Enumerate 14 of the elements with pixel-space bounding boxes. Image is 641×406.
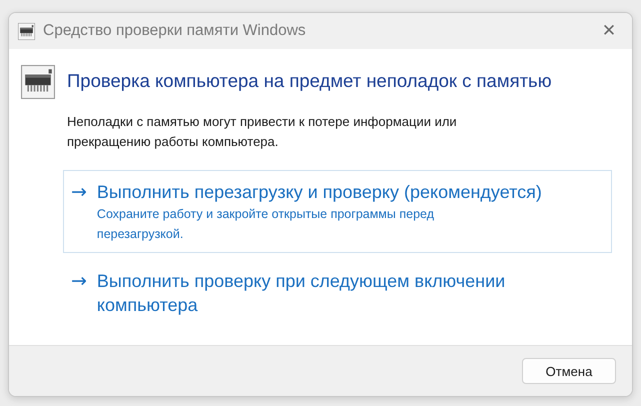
option-subtitle: Сохраните работу и закройте открытые программы перед перезагрузкой. bbox=[96, 206, 436, 243]
option-title: Выполнить проверку при следующем включении компьютера bbox=[96, 270, 506, 317]
option-link[interactable]: → Выполнить перезагрузку и проверку (рекомендуется) Сохраните работу и закройте открытые программы перед перезагрузкой. bbox=[63, 170, 612, 253]
description-text: Неполадки с памятью могут привести к потере информации или прекращению работы компьютера. bbox=[67, 113, 458, 151]
dialog-heading: Проверка компьютера на предмет неполадок с памятью bbox=[67, 69, 553, 92]
cancel-button[interactable]: Отмена bbox=[522, 358, 616, 384]
close-button[interactable]: ✕ bbox=[586, 13, 632, 49]
option-title: Выполнить перезагрузку и проверку (рекомендуется) bbox=[96, 181, 542, 204]
memory-chip-icon bbox=[18, 22, 35, 40]
memory-chip-icon bbox=[21, 65, 55, 99]
window-title: Средство проверки памяти Windows bbox=[43, 22, 307, 40]
option-link[interactable]: → Выполнить проверку при следующем включении компьютера bbox=[63, 259, 612, 326]
arrow-icon: → bbox=[71, 180, 87, 244]
arrow-icon: → bbox=[71, 269, 87, 317]
